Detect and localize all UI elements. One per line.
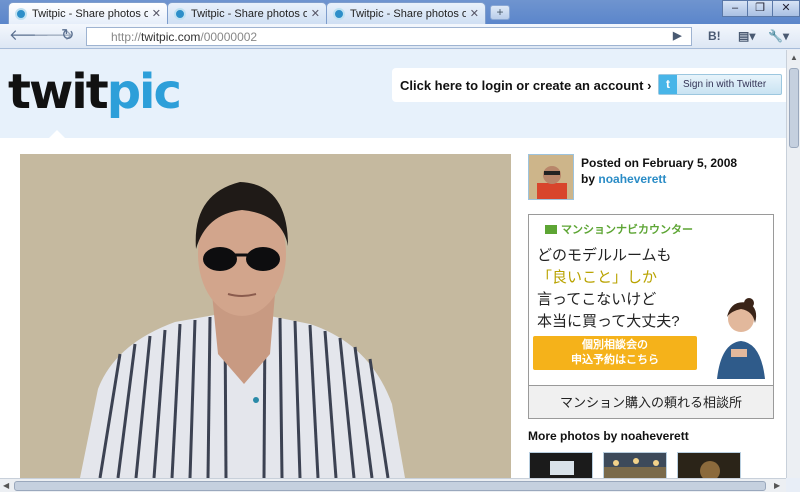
more-photos-heading: More photos by noaheverett: [528, 429, 689, 443]
browser-titlebar: Twitpic - Share photos on... ✕ Twitpic -…: [0, 0, 800, 24]
close-tab-icon[interactable]: ✕: [470, 7, 479, 20]
login-link[interactable]: Click here to login or create an account…: [400, 78, 651, 93]
address-bar[interactable]: http://twitpic.com/00000002: [86, 27, 692, 46]
close-tab-icon[interactable]: ✕: [152, 7, 161, 20]
wrench-menu-icon[interactable]: 🔧▾: [768, 29, 789, 43]
address-path: /00000002: [200, 30, 258, 44]
user-avatar[interactable]: [528, 154, 574, 200]
advertisement[interactable]: マンションナビカウンター どのモデルルームも 「良いこと」しか 言ってこないけど…: [528, 214, 774, 419]
twitpic-favicon-icon: [174, 7, 186, 20]
browser-tab-3[interactable]: Twitpic - Share photos on... ✕: [326, 2, 486, 24]
restore-button[interactable]: ❐: [747, 0, 773, 17]
ad-line-3: 言ってこないけど: [537, 291, 657, 308]
ad-button-line-1: 個別相談会の: [582, 339, 648, 351]
vertical-scrollbar[interactable]: ▲: [786, 50, 800, 478]
tab-title: Twitpic - Share photos on...: [32, 7, 148, 20]
tab-title: Twitpic - Share photos on...: [350, 7, 466, 20]
browser-tab-1[interactable]: Twitpic - Share photos on... ✕: [8, 2, 168, 24]
thumbnail-image: [604, 453, 666, 478]
new-tab-button[interactable]: +: [490, 5, 510, 20]
address-host: twitpic.com: [141, 30, 201, 44]
twitpic-logo[interactable]: twitpic: [8, 64, 182, 120]
posted-date: Posted on February 5, 2008: [581, 156, 738, 170]
username-link[interactable]: noaheverett: [598, 172, 666, 186]
by-prefix: by: [581, 172, 596, 186]
main-photo[interactable]: [20, 154, 511, 478]
scroll-right-arrow-icon[interactable]: ▶: [774, 481, 780, 490]
thumbnail-image: [678, 453, 740, 478]
folder-icon: [545, 225, 557, 234]
photo-image: [20, 154, 511, 478]
avatar-image: [529, 155, 573, 199]
site-header: twitpic Click here to login or create an…: [0, 50, 786, 139]
horizontal-scrollbar[interactable]: ◀ ▶: [0, 478, 786, 492]
more-photo-thumbnail[interactable]: [677, 452, 741, 478]
ad-button-line-2: 申込予約はこちら: [571, 354, 659, 366]
page-viewport: twitpic Click here to login or create an…: [0, 50, 786, 478]
address-scheme: http://: [111, 30, 142, 44]
ad-copy: どのモデルルームも 「良いこと」しか 言ってこないけど 本当に買って大丈夫?: [537, 245, 680, 333]
sign-in-label: Sign in with Twitter: [683, 79, 767, 90]
page-menu-icon[interactable]: ▤▾: [738, 29, 755, 43]
ad-footer: マンション購入の頼れる相談所: [529, 385, 773, 418]
tab-title: Twitpic - Share photos on...: [191, 7, 307, 20]
ad-line-2: 「良いこと」しか: [537, 269, 658, 286]
ad-line-4: 本当に買って大丈夫?: [537, 313, 680, 330]
more-photo-thumbnail[interactable]: [529, 452, 593, 478]
ad-header: マンションナビカウンター: [545, 221, 693, 237]
ad-line-1: どのモデルルームも: [537, 247, 672, 264]
ad-header-text: マンションナビカウンター: [561, 224, 693, 236]
twitpic-favicon-icon: [333, 7, 345, 20]
logo-text-pic: pic: [106, 64, 182, 120]
twitpic-favicon-icon: [15, 7, 27, 20]
vertical-scroll-thumb[interactable]: [789, 68, 799, 148]
login-bar: Click here to login or create an account…: [392, 68, 786, 102]
twitter-t-icon: t: [659, 75, 677, 94]
browser-toolbar: 🡐 🡒 ↻ ☆ http://twitpic.com/00000002 ▶ B!…: [0, 24, 800, 49]
go-arrow-icon[interactable]: ▶: [673, 29, 681, 42]
hatena-bookmark-button[interactable]: B!: [708, 29, 721, 43]
minimize-button[interactable]: –: [722, 0, 748, 17]
close-tab-icon[interactable]: ✕: [311, 7, 320, 20]
logo-text-twit: twit: [8, 64, 109, 120]
ad-woman-illustration: [717, 298, 765, 379]
content-area: Posted on February 5, 2008 by noaheveret…: [0, 138, 786, 478]
thumbnail-image: [530, 453, 592, 478]
posted-by: by noaheverett: [581, 172, 666, 186]
scroll-up-arrow-icon[interactable]: ▲: [790, 53, 798, 62]
reload-icon[interactable]: ↻: [61, 28, 74, 44]
ad-reserve-button[interactable]: 個別相談会の 申込予約はこちら: [533, 336, 697, 370]
close-window-button[interactable]: ✕: [772, 0, 800, 17]
horizontal-scroll-thumb[interactable]: [14, 481, 766, 491]
more-photo-thumbnail[interactable]: [603, 452, 667, 478]
sign-in-with-twitter-button[interactable]: t Sign in with Twitter: [658, 74, 782, 95]
browser-tab-2[interactable]: Twitpic - Share photos on... ✕: [167, 2, 327, 24]
scroll-left-arrow-icon[interactable]: ◀: [3, 481, 9, 490]
